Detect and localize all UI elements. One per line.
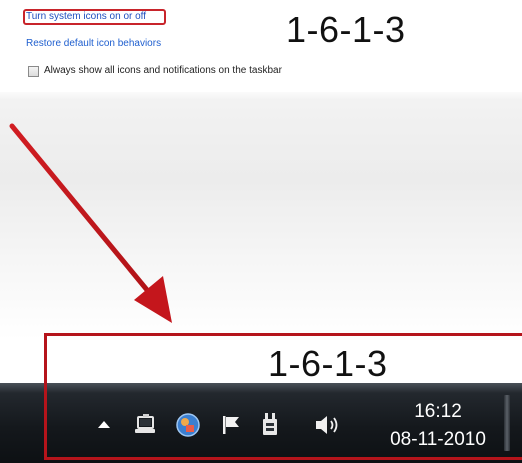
turn-system-icons-link[interactable]: Turn system icons on or off	[26, 11, 146, 23]
always-show-icons-row[interactable]: Always show all icons and notifications …	[28, 64, 282, 78]
step-label-top: 1-6-1-3	[286, 9, 406, 50]
always-show-icons-label: Always show all icons and notifications …	[44, 65, 282, 76]
always-show-icons-checkbox[interactable]	[28, 65, 39, 77]
highlight-box-notification-area	[44, 333, 522, 460]
restore-default-icon-behaviors-link[interactable]: Restore default icon behaviors	[26, 38, 161, 50]
